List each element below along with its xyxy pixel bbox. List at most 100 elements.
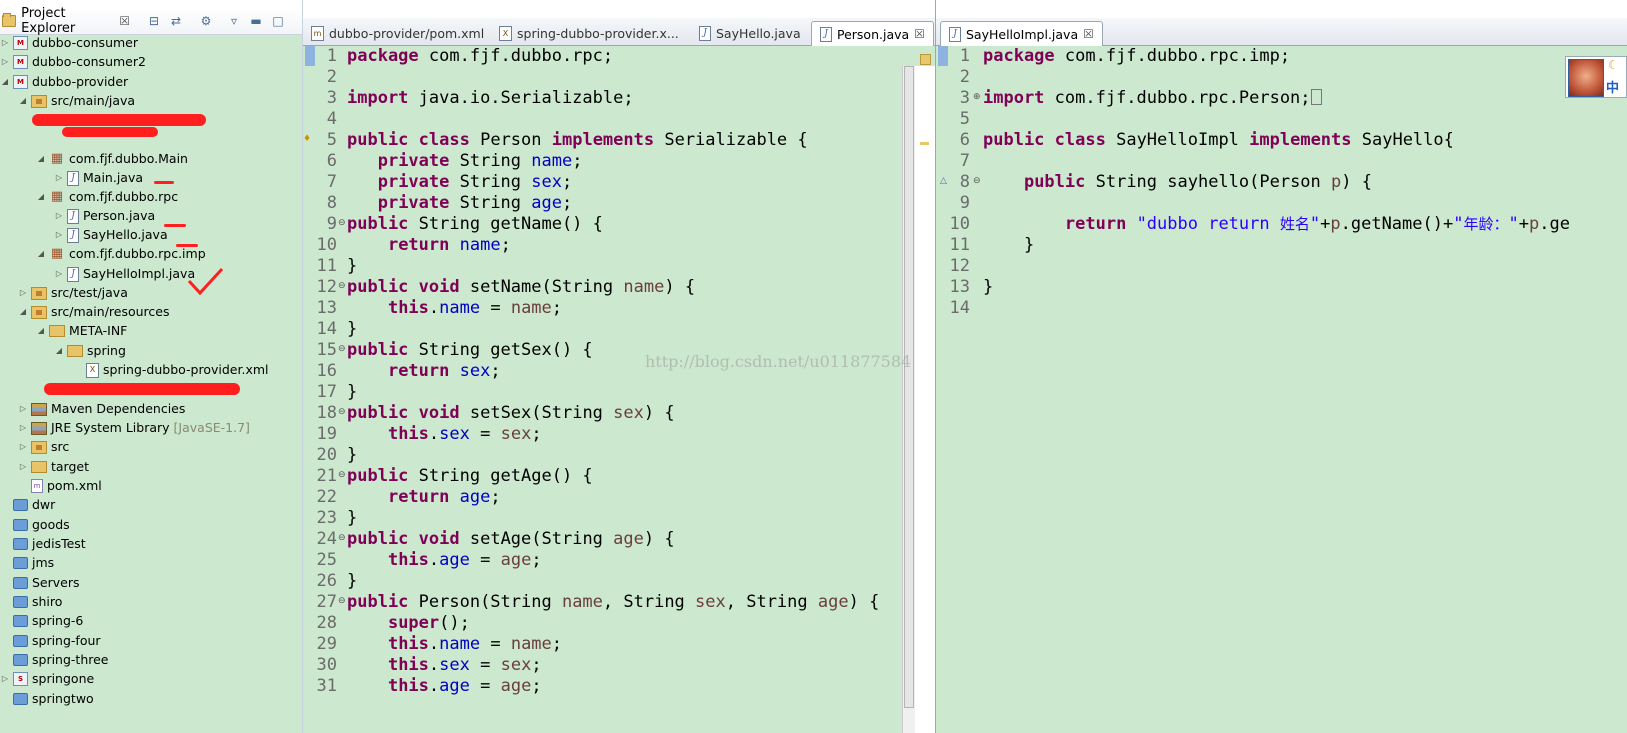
expand-icon[interactable]: ▷ [18,283,28,303]
close-icon[interactable]: ☒ [1083,27,1094,41]
line-number: 8 [959,172,970,192]
expand-icon[interactable]: ▷ [54,264,64,284]
line-number: 1 [326,46,337,66]
expand-icon[interactable]: ▷ [54,206,64,226]
fold-icon[interactable]: ⊖ [338,218,346,228]
tree-item-springone[interactable]: ▷ Sspringone [0,669,94,689]
code-line: } [347,445,358,465]
collapse-icon[interactable]: ◢ [36,321,46,341]
expand-icon[interactable]: ▷ [54,225,64,245]
tree-item-spring[interactable]: ◢ spring [54,341,126,361]
vertical-scrollbar[interactable] [902,66,915,733]
tab-sayhello-java[interactable]: J SayHello.java [691,21,809,45]
tab-spring-dubbo-provider-xml[interactable]: Xspring-dubbo-provider.x... [491,21,687,45]
tree-item-package-main[interactable]: ◢ ▦ com.fjf.dubbo.Main [36,149,188,169]
tree-item-dubbo-consumer[interactable]: ▷ Mdubbo-consumer [0,35,138,53]
tree-item-spring-three[interactable]: spring-three [13,650,109,670]
input-mode-indicator[interactable]: 中 [1606,77,1619,96]
tree-item-label: META-INF [69,323,128,338]
collapse-icon[interactable]: ◢ [18,302,28,322]
expand-icon[interactable]: ▷ [18,418,28,438]
moon-icon[interactable]: ☾ [1608,58,1619,72]
tree-item-spring-6[interactable]: spring-6 [13,611,83,631]
tree-item-servers[interactable]: Servers [13,573,80,593]
view-menu-icon[interactable]: ▿ [226,13,242,29]
annotation-marker[interactable] [920,142,929,145]
expand-icon[interactable]: ▷ [0,669,10,689]
tree-item-src-test-java[interactable]: ▷ src/test/java [18,283,128,303]
warning-marker[interactable] [920,54,931,65]
tree-item-meta-inf[interactable]: ◢ META-INF [36,321,127,341]
tree-item-target[interactable]: ▷ target [18,457,89,477]
expand-icon[interactable]: ▷ [0,52,10,72]
tree-item-label: shiro [32,594,63,609]
tree-item-sayhello-java[interactable]: ▷ J SayHello.java [54,225,168,245]
maximize-icon[interactable]: □ [270,13,286,29]
tree-item-src[interactable]: ▷ src [18,437,69,457]
tree-item-goods[interactable]: goods [13,515,70,535]
collapse-icon[interactable]: ◢ [36,244,46,264]
tree-item-spring-four[interactable]: spring-four [13,631,101,651]
expand-icon[interactable]: ▷ [18,399,28,419]
xml-file-icon: X [86,362,99,378]
tree-item-springtwo[interactable]: springtwo [13,689,94,709]
link-with-editor-icon[interactable]: ⇄ [168,13,184,29]
collapse-all-icon[interactable]: ⊟ [146,13,162,29]
project-explorer: Project Explorer ☒ ⊟ ⇄ ⚙ ▿ ▬ □ ▷ Mdubbo-c… [0,0,303,733]
expand-icon[interactable]: ▷ [18,437,28,457]
overview-ruler[interactable] [915,54,935,733]
fold-icon[interactable]: ⊖ [338,281,346,291]
collapse-icon[interactable]: ◢ [36,187,46,207]
close-icon[interactable]: ☒ [914,27,925,41]
expand-icon[interactable]: ▷ [18,457,28,477]
tree-item-dubbo-provider[interactable]: ◢ Mdubbo-provider [0,72,128,92]
code-editor[interactable]: △ 1 package com.fjf.dubbo.rpc.imp; 2 3 ⊕ im… [936,46,1627,733]
tree-item-person-java[interactable]: ▷ J Person.java [54,206,155,226]
tree-item-spring-dubbo-provider-xml[interactable]: Xspring-dubbo-provider.xml [86,360,269,380]
collapse-icon[interactable]: ◢ [18,91,28,111]
tree-item-dubbo-consumer2[interactable]: ▷ Mdubbo-consumer2 [0,52,146,72]
tree-item-sayhelloimpl-java[interactable]: ▷ J SayHelloImpl.java [54,264,195,284]
collapse-icon[interactable]: ◢ [54,341,64,361]
fold-icon[interactable]: ⊖ [338,533,346,543]
tree-item-dwr[interactable]: dwr [13,495,55,515]
line-number: 3 [959,88,970,108]
code-editor[interactable]: ♦ 1 package com.fjf.dubbo.rpc; 2 3 import … [303,46,935,733]
tree-item-pom-xml[interactable]: m pom.xml [31,476,102,496]
fold-icon[interactable]: ⊖ [338,344,346,354]
fold-icon[interactable]: ⊖ [973,176,981,186]
collapse-icon[interactable]: ◢ [0,72,10,92]
tab-project-explorer[interactable]: Project Explorer ☒ [0,6,130,36]
expand-icon[interactable]: ▷ [54,168,64,188]
tree-item-label: com.fjf.dubbo.rpc.imp [69,246,206,261]
collapse-icon[interactable]: ◢ [36,149,46,169]
minimize-icon[interactable]: ▬ [248,13,264,29]
tree-item-src-main-resources[interactable]: ◢ src/main/resources [18,302,170,322]
explorer-title: Project Explorer [21,6,76,36]
tab-person-java[interactable]: J Person.java ☒ [811,21,934,46]
tree-item-label: Person.java [83,208,156,223]
tree-item-package-rpc[interactable]: ◢ ▦ com.fjf.dubbo.rpc [36,187,178,207]
ime-toolbar[interactable]: ☾ 中 [1565,56,1627,98]
tab-pom-xml[interactable]: m dubbo-provider/pom.xml [303,21,492,45]
tree-item-jre-system-library[interactable]: ▷ JRE System Library [JavaSE-1.7] [18,418,250,438]
tree-item-main-java[interactable]: ▷ J Main.java [54,168,143,188]
tree-item-shiro[interactable]: shiro [13,592,62,612]
jre-version-label: [JavaSE-1.7] [173,420,250,435]
editor-tab-bar: J SayHelloImpl.java ☒ [936,18,1627,46]
code-line: return "dubbo return 姓名"+p.getName()+"年龄… [1064,214,1570,234]
scrollbar-thumb[interactable] [904,66,914,708]
tree-item-src-main-java[interactable]: ◢ src/main/java [18,91,135,111]
expand-fold-icon[interactable]: ⊕ [973,92,981,102]
fold-icon[interactable]: ⊖ [338,596,346,606]
tree-item-maven-dependencies[interactable]: ▷ Maven Dependencies [18,399,185,419]
expand-icon[interactable]: ▷ [0,35,10,53]
tree-item-package-imp[interactable]: ◢ ▦ com.fjf.dubbo.rpc.imp [36,244,206,264]
filters-icon[interactable]: ⚙ [198,13,214,29]
close-icon[interactable]: ☒ [119,14,130,28]
tab-sayhelloimpl-java[interactable]: J SayHelloImpl.java ☒ [940,21,1103,46]
tree-item-jms[interactable]: jms [13,553,54,573]
fold-icon[interactable]: ⊖ [338,407,346,417]
tree-item-jedistest[interactable]: jedisTest [13,534,86,554]
fold-icon[interactable]: ⊖ [338,470,346,480]
